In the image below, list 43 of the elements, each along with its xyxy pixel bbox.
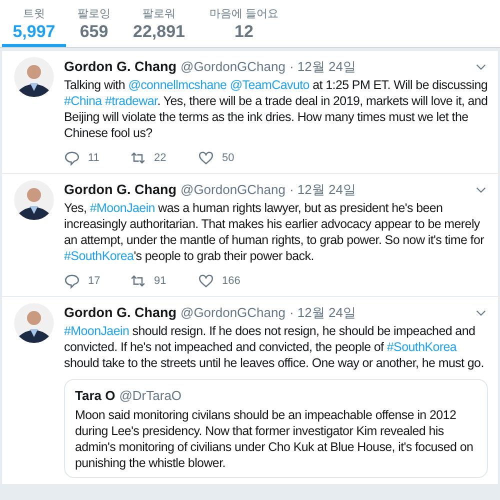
hashtag-link[interactable]: #MoonJaein: [64, 324, 130, 338]
heart-icon[interactable]: [198, 273, 214, 289]
speech-bubble-icon[interactable]: [64, 273, 80, 289]
hashtag-link[interactable]: #SouthKorea: [386, 340, 457, 354]
hashtag-link[interactable]: #MoonJaein: [90, 201, 155, 215]
tweet-text: #MoonJaein should resign. If he does not resign, he should be impeached and convicted. If he's not impeached and convicted, the people of #SouthKorea should take to the streets until he leaves office. One way or another, he must go.: [64, 323, 485, 371]
stat-tab[interactable]: 마음에 들어요 12: [196, 0, 292, 47]
avatar[interactable]: [14, 57, 54, 97]
retweet-icon[interactable]: [130, 273, 146, 289]
hashtag-link[interactable]: #China: [64, 94, 105, 108]
tweet-date[interactable]: · 12월 24일: [289, 180, 356, 200]
hashtag-link[interactable]: @connellmcshane: [128, 78, 230, 92]
author-name[interactable]: Gordon G. Chang: [64, 302, 176, 324]
hashtag-link[interactable]: #SouthKorea: [64, 249, 134, 263]
author-name[interactable]: Gordon G. Chang: [64, 180, 176, 200]
like-count: 50: [222, 150, 234, 166]
tweet-date[interactable]: · 12월 24일: [289, 303, 356, 323]
hashtag-link[interactable]: #tradewar: [105, 94, 158, 108]
speech-bubble-icon[interactable]: [64, 150, 80, 166]
tweet-text: Yes, #MoonJaein was a human rights lawyer, but as president he's been increasingly authoritarian. That makes his earlier advocacy appear to be merely an attempt, under the mantle of human rights, to grab power. So now it's time for #SouthKorea's people to grab their power back.: [64, 200, 486, 264]
tweet-date[interactable]: · 12월 24일: [289, 57, 356, 77]
author-handle[interactable]: @GordonGChang: [180, 180, 286, 200]
author-name[interactable]: Gordon G. Chang: [64, 56, 176, 78]
heart-icon[interactable]: [198, 150, 214, 166]
author-handle[interactable]: @GordonGChang: [180, 57, 286, 77]
avatar[interactable]: [14, 303, 54, 343]
retweet-icon[interactable]: [130, 150, 146, 166]
tweet-text: Talking with @connellmcshane @TeamCavuto at 1:25 PM ET. Will be discussing #China #tradewar. Yes, there will be a trade deal in 2019, markets will love it, and Beijing will violate the terms as the ink dries. How many times must we let the Chinese fool us?: [64, 77, 488, 141]
stat-tab[interactable]: 팔로잉 659: [66, 0, 122, 47]
retweet-count: 22: [154, 150, 166, 166]
avatar[interactable]: [14, 180, 54, 220]
quoted-tweet-text: Moon said monitoring civilans should be an impeachable offense in 2012 during Lee's presidency. Now that former investigator Kim revealed his admin's monitoring of civilians under Cho Kuk at Blue House, it's focused on punishing the whistle blower.: [75, 406, 474, 470]
author-handle[interactable]: @GordonGChang: [180, 303, 286, 323]
retweet-count: 91: [154, 274, 166, 289]
reply-count: 11: [88, 150, 100, 166]
stat-tab[interactable]: 트윗 5,997: [2, 0, 66, 47]
quoted-tweet[interactable]: [64, 379, 488, 478]
quoted-author-handle: @DrTaraO: [119, 387, 182, 405]
reply-count: 17: [88, 274, 100, 289]
stat-tab[interactable]: 팔로워 22,891: [122, 0, 196, 47]
hashtag-link[interactable]: @TeamCavuto: [230, 78, 310, 92]
like-count: 166: [222, 274, 240, 289]
quoted-author-name: Tara O: [75, 387, 116, 405]
